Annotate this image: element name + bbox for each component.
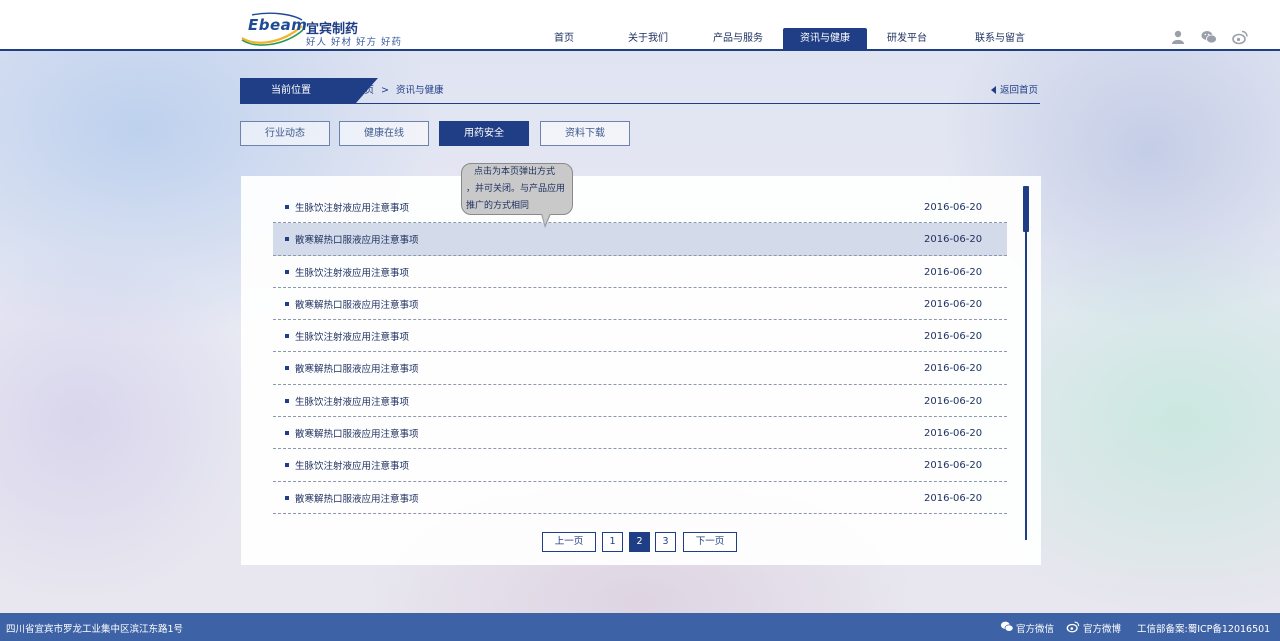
- article-title[interactable]: 散寒解热口服液应用注意事项: [295, 361, 419, 375]
- article-panel: 生脉饮注射液应用注意事项 2016-06-20 散寒解热口服液应用注意事项 2016…: [241, 176, 1041, 565]
- brand-name-en: Ebeam: [248, 16, 308, 34]
- footer-weibo-link[interactable]: 官方微博: [1083, 621, 1121, 635]
- tab-downloads[interactable]: 资料下载: [540, 121, 630, 146]
- page-2-button[interactable]: 2: [629, 532, 650, 552]
- nav-research[interactable]: 研发平台: [873, 28, 941, 50]
- article-title[interactable]: 散寒解热口服液应用注意事项: [295, 426, 419, 440]
- tooltip-tail-inner: [542, 213, 550, 225]
- bullet-icon: [285, 495, 289, 500]
- current-location-label: 当前位置: [240, 78, 356, 103]
- annotation-tooltip: 点击为本页弹出方式 ，并可关闭。与产品应用 推广的方式相同: [461, 163, 573, 215]
- prev-page-button[interactable]: 上一页: [542, 532, 596, 552]
- nav-about[interactable]: 关于我们: [611, 28, 685, 50]
- article-title[interactable]: 散寒解热口服液应用注意事项: [295, 232, 419, 246]
- article-date: 2016-06-20: [924, 234, 983, 246]
- site-header: Ebeam 宜宾制药 好人 好材 好方 好药 首页 关于我们 产品与服务 资讯与…: [0, 0, 1280, 51]
- back-arrow-icon: [990, 86, 996, 94]
- weibo-icon[interactable]: [1232, 29, 1248, 45]
- page-1-button[interactable]: 1: [602, 532, 623, 552]
- article-date: 2016-06-20: [924, 428, 983, 440]
- bullet-icon: [285, 301, 289, 306]
- list-item[interactable]: 散寒解热口服液应用注意事项 2016-06-20: [273, 352, 1007, 385]
- next-page-button[interactable]: 下一页: [683, 532, 737, 552]
- footer-icp[interactable]: 工信部备案:蜀ICP备12016501: [1137, 621, 1270, 635]
- tooltip-line-3: 推广的方式相同: [466, 201, 530, 211]
- bullet-icon: [285, 431, 289, 436]
- breadcrumb-current[interactable]: 资讯与健康: [396, 85, 444, 96]
- list-item[interactable]: 生脉饮注射液应用注意事项 2016-06-20: [273, 320, 1007, 353]
- wechat-icon[interactable]: [1000, 620, 1014, 633]
- scrollbar-track[interactable]: [1025, 186, 1027, 540]
- article-date: 2016-06-20: [924, 460, 983, 472]
- user-icon[interactable]: [1170, 29, 1186, 45]
- article-date: 2016-06-20: [924, 266, 983, 278]
- list-item[interactable]: 生脉饮注射液应用注意事项 2016-06-20: [273, 449, 1007, 482]
- weibo-icon[interactable]: [1066, 620, 1080, 633]
- tooltip-line-1: 点击为本页弹出方式: [474, 167, 556, 177]
- tab-medication-safety[interactable]: 用药安全: [439, 121, 529, 146]
- article-title[interactable]: 生脉饮注射液应用注意事项: [295, 200, 409, 214]
- brand-logo[interactable]: Ebeam 宜宾制药 好人 好材 好方 好药: [240, 12, 420, 48]
- list-item[interactable]: 生脉饮注射液应用注意事项 2016-06-20: [273, 191, 1007, 224]
- site-footer: 四川省宜宾市罗龙工业集中区滨江东路1号 官方微信 官方微博 工信部备案:蜀ICP…: [0, 613, 1280, 641]
- list-item[interactable]: 生脉饮注射液应用注意事项 2016-06-20: [273, 256, 1007, 288]
- article-date: 2016-06-20: [924, 331, 983, 343]
- article-title[interactable]: 生脉饮注射液应用注意事项: [295, 458, 409, 472]
- article-title[interactable]: 散寒解热口服液应用注意事项: [295, 491, 419, 505]
- back-home-link[interactable]: 返回首页: [990, 84, 1038, 98]
- page-3-button[interactable]: 3: [655, 532, 676, 552]
- nav-contact[interactable]: 联系与留言: [961, 28, 1039, 50]
- article-date: 2016-06-20: [924, 363, 983, 375]
- article-date: 2016-06-20: [924, 202, 983, 213]
- nav-products[interactable]: 产品与服务: [699, 28, 777, 50]
- article-date: 2016-06-20: [924, 298, 983, 310]
- breadcrumb-path: 首页 > 资讯与健康: [355, 78, 444, 103]
- bullet-icon: [285, 334, 289, 339]
- brand-slogan: 好人 好材 好方 好药: [306, 37, 403, 48]
- breadcrumb-separator: >: [381, 85, 390, 96]
- article-date: 2016-06-20: [924, 492, 983, 504]
- nav-news-health[interactable]: 资讯与健康: [783, 28, 867, 50]
- tab-health-online[interactable]: 健康在线: [339, 121, 429, 146]
- bullet-icon: [285, 237, 289, 242]
- list-item[interactable]: 散寒解热口服液应用注意事项 2016-06-20: [273, 223, 1007, 256]
- list-item[interactable]: 散寒解热口服液应用注意事项 2016-06-20: [273, 417, 1007, 450]
- footer-wechat-link[interactable]: 官方微信: [1016, 621, 1054, 635]
- list-item[interactable]: 散寒解热口服液应用注意事项 2016-06-20: [273, 288, 1007, 321]
- breadcrumb-home-link[interactable]: 首页: [355, 85, 374, 96]
- article-title[interactable]: 散寒解热口服液应用注意事项: [295, 297, 419, 311]
- wechat-icon[interactable]: [1201, 29, 1217, 45]
- list-item[interactable]: 散寒解热口服液应用注意事项 2016-06-20: [273, 482, 1007, 514]
- footer-address: 四川省宜宾市罗龙工业集中区滨江东路1号: [6, 624, 184, 635]
- back-home-label: 返回首页: [999, 85, 1038, 96]
- bullet-icon: [285, 366, 289, 371]
- list-item[interactable]: 生脉饮注射液应用注意事项 2016-06-20: [273, 385, 1007, 418]
- bullet-icon: [285, 269, 289, 274]
- nav-home[interactable]: 首页: [527, 28, 601, 50]
- article-title[interactable]: 生脉饮注射液应用注意事项: [295, 394, 409, 408]
- tooltip-line-2: ，并可关闭。与产品应用: [466, 184, 566, 194]
- bullet-icon: [285, 463, 289, 468]
- article-list: 生脉饮注射液应用注意事项 2016-06-20 散寒解热口服液应用注意事项 2016…: [273, 191, 1007, 514]
- tab-industry-news[interactable]: 行业动态: [240, 121, 330, 146]
- article-title[interactable]: 生脉饮注射液应用注意事项: [295, 265, 409, 279]
- bullet-icon: [285, 398, 289, 403]
- bullet-icon: [285, 205, 289, 209]
- scrollbar-thumb[interactable]: [1023, 186, 1029, 232]
- article-date: 2016-06-20: [924, 395, 983, 407]
- breadcrumb: 当前位置 首页 > 资讯与健康 返回首页: [240, 78, 1040, 104]
- article-title[interactable]: 生脉饮注射液应用注意事项: [295, 329, 409, 343]
